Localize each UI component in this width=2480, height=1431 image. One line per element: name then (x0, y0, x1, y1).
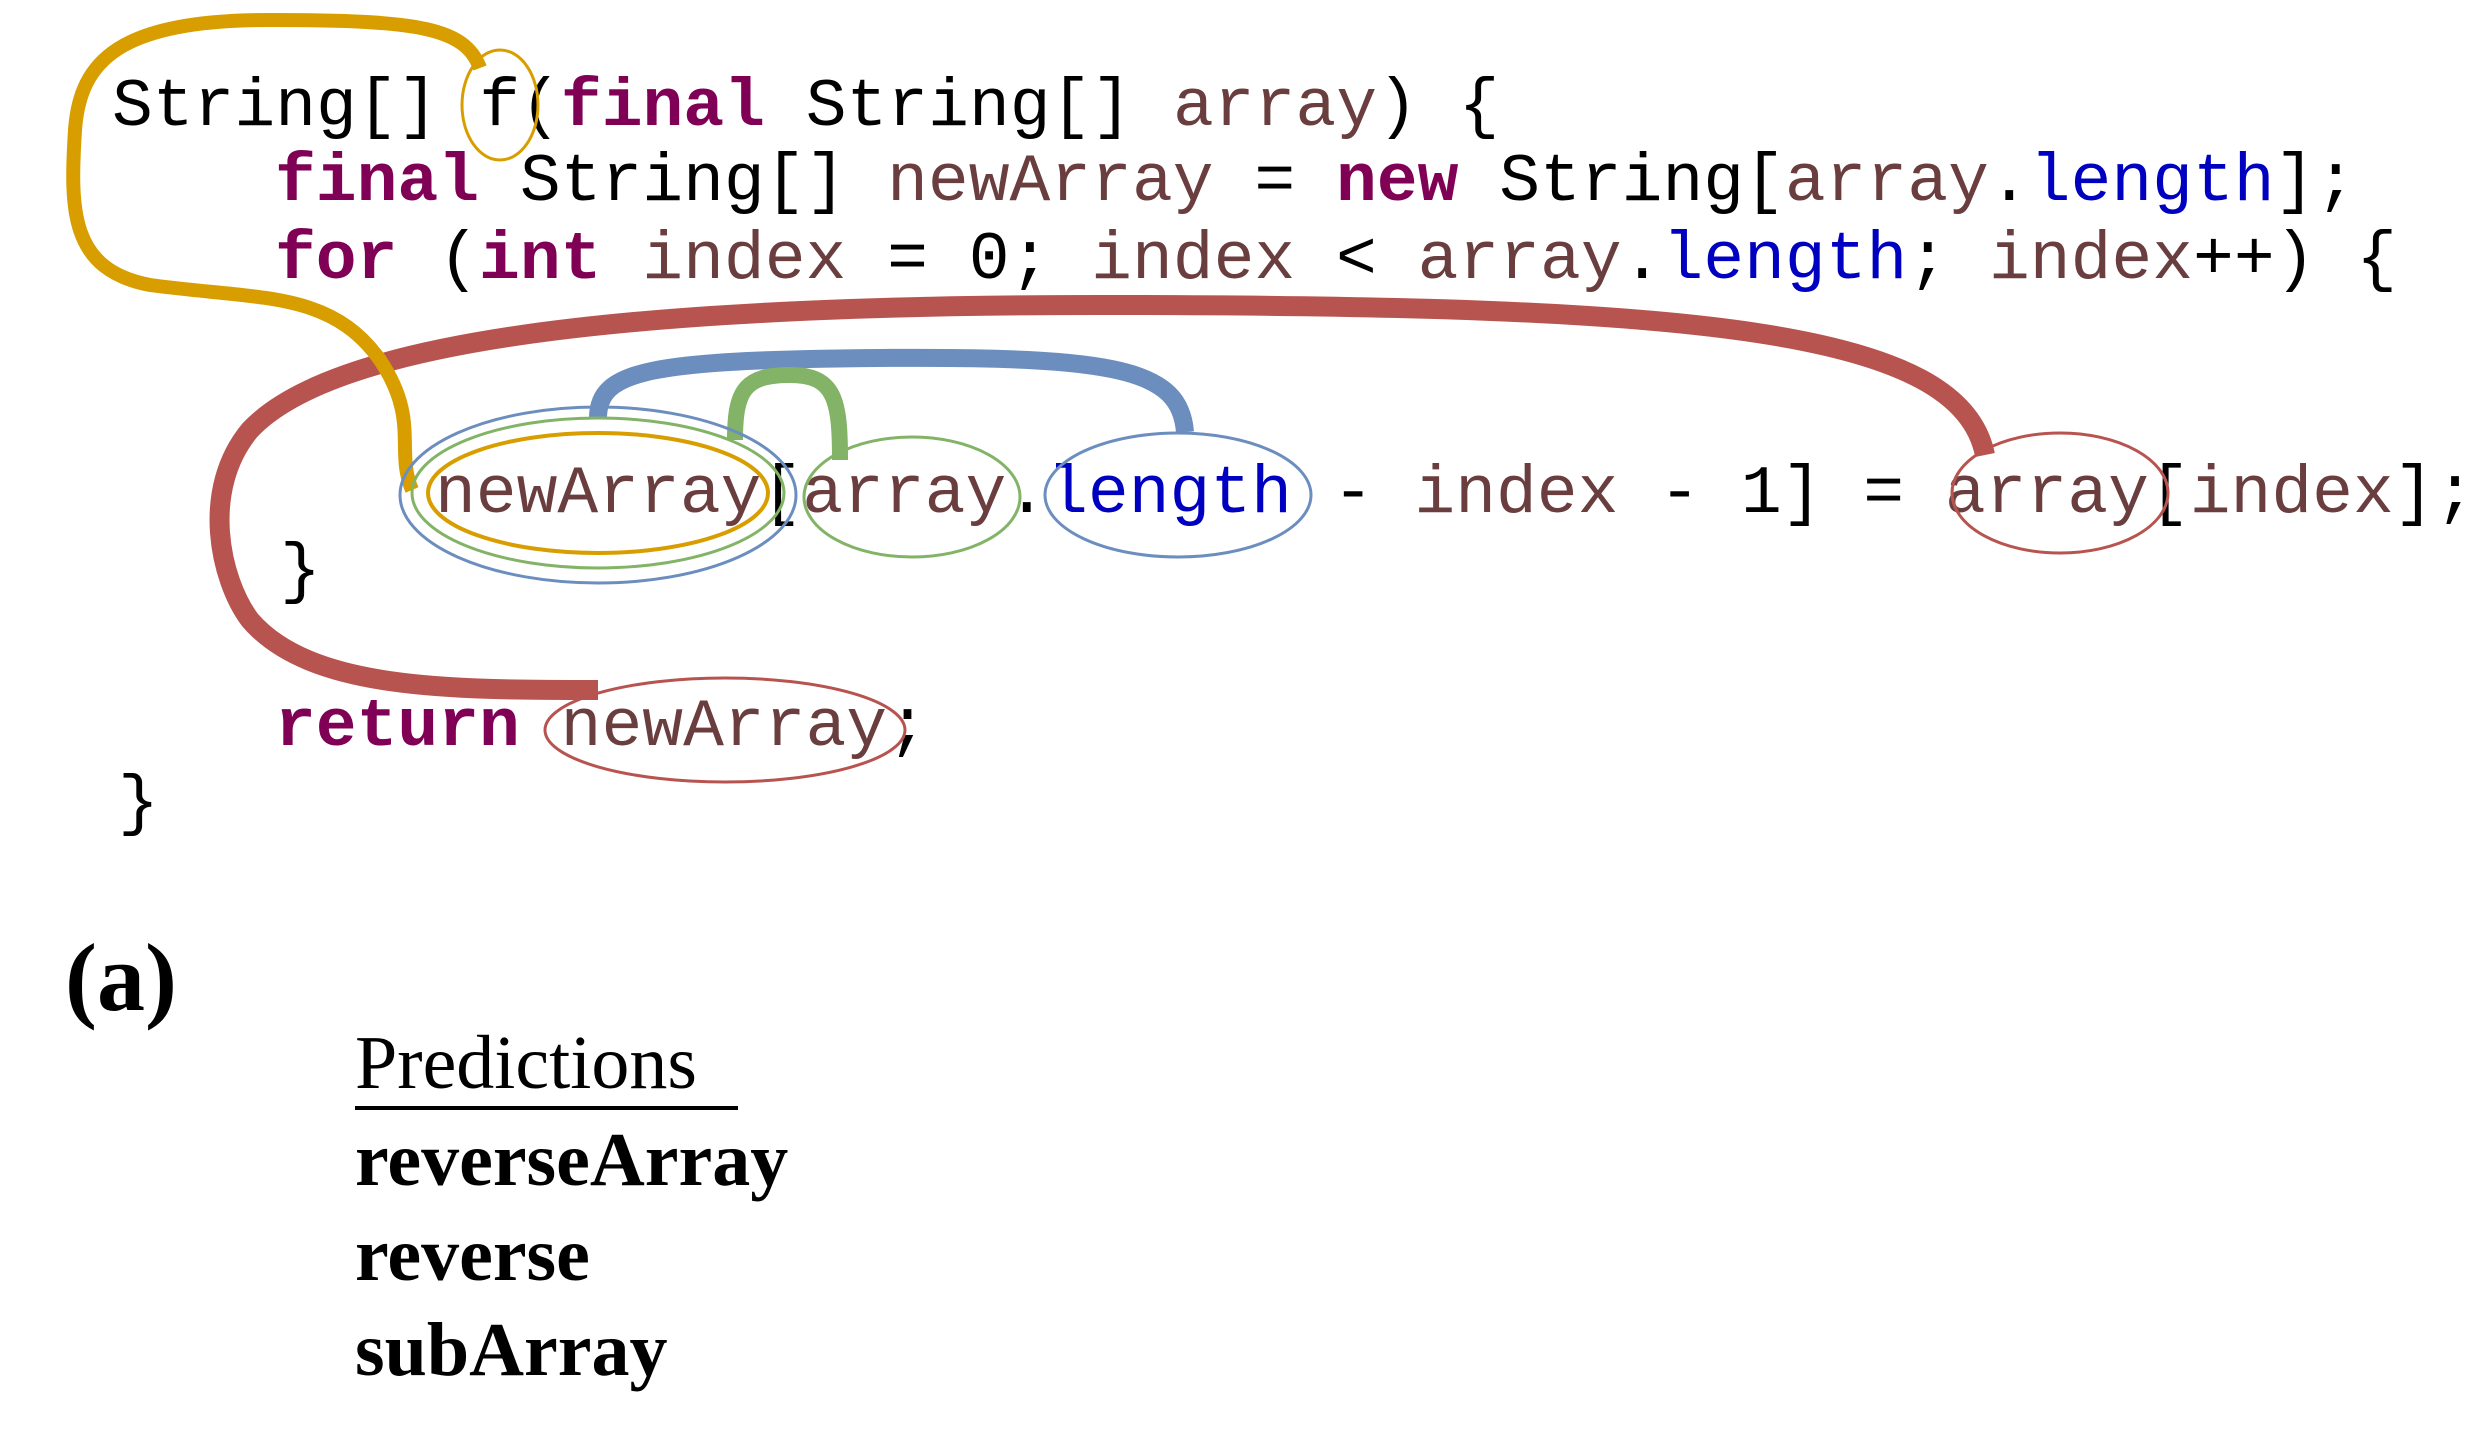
code-token: final (275, 144, 479, 221)
code-line: return newArray; (275, 689, 928, 766)
code-token: ]; (2275, 144, 2357, 221)
code-token: = (1214, 144, 1336, 221)
code-token: newArray (887, 144, 1213, 221)
code-token: index (2190, 456, 2394, 533)
code-token: . (1989, 144, 2030, 221)
code-token: - 1] = (1618, 456, 1944, 533)
code-token: index (1989, 222, 2193, 299)
code-token: int (479, 222, 601, 299)
code-token: = 0; (846, 222, 1091, 299)
edge-green (727, 366, 848, 461)
code-token: array (1945, 456, 2149, 533)
code-token: ; (887, 689, 928, 766)
code-line: } (280, 534, 321, 611)
prediction-item: subArray (355, 1308, 667, 1392)
code-token: index (1091, 222, 1295, 299)
prediction-item: reverse (355, 1213, 590, 1297)
code-token (520, 689, 561, 766)
code-token: String[] (765, 69, 1173, 146)
code-token: array (1418, 222, 1622, 299)
code-token: String[] (112, 69, 479, 146)
code-token: ++) { (2193, 222, 2397, 299)
code-token: } (280, 534, 321, 611)
code-token: ) { (1377, 69, 1499, 146)
code-attention-diagram: String[] f(final String[] array) {final … (65, 12, 2476, 1392)
code-token: new (1336, 144, 1459, 221)
code-line: final String[] newArray = new String[arr… (275, 144, 2356, 221)
predictions-header: Predictions (355, 1021, 697, 1105)
code-token: String[ (1458, 144, 1784, 221)
code-token: ; (1907, 222, 1989, 299)
code-token: index (1414, 456, 1618, 533)
code-token: < (1295, 222, 1417, 299)
code-token: String[] (479, 144, 887, 221)
code-token: ]; (2394, 456, 2476, 533)
code-token: } (118, 766, 159, 843)
code-token: ( (520, 69, 561, 146)
code-line: for (int index = 0; index < array.length… (275, 222, 2397, 299)
code-token: return (275, 689, 520, 766)
code-line: String[] f(final String[] array) { (112, 69, 1499, 146)
code-token: array (1785, 144, 1989, 221)
code-token: newArray (561, 689, 887, 766)
code-token: length (1663, 222, 1908, 299)
code-token: index (642, 222, 846, 299)
code-token: array (802, 456, 1006, 533)
code-token: ( (397, 222, 479, 299)
code-line: } (118, 766, 159, 843)
panel-label: (a) (65, 924, 177, 1031)
code-token: f (479, 69, 520, 146)
code-token: array (1173, 69, 1377, 146)
code-token: for (275, 222, 397, 299)
edge-blue (589, 348, 1194, 433)
code-token: . (1622, 222, 1663, 299)
predictions-list: Predictions reverseArray reverse subArra… (355, 1021, 788, 1392)
prediction-item: reverseArray (355, 1118, 788, 1202)
code-token (601, 222, 642, 299)
code-token: length (1047, 456, 1292, 533)
code-token: length (2030, 144, 2275, 221)
code-token: newArray (435, 456, 761, 533)
code-token: final (561, 69, 765, 146)
